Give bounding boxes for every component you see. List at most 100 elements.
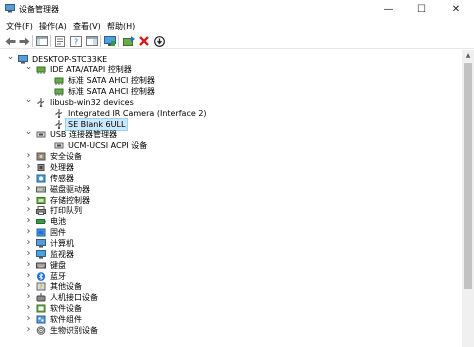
tree-row[interactable]: ⌄ USB 连接器管理器 [0, 128, 462, 140]
tree-row[interactable]: › 软件设备 [0, 303, 462, 314]
properties-icon[interactable] [53, 34, 67, 48]
tree-item-label[interactable]: 安全设备 [48, 151, 84, 162]
tree-row[interactable]: SE Blank 6ULL [0, 117, 462, 131]
usb-connector-icon [54, 141, 64, 150]
tree-item-label[interactable]: 计算机 [48, 238, 76, 249]
tree-item-label[interactable]: 处理器 [48, 162, 76, 173]
tree-item-label[interactable]: 打印队列 [48, 205, 84, 216]
tree-item-label[interactable]: 其他设备 [48, 281, 84, 292]
computer-scan-icon[interactable] [103, 34, 117, 48]
back-arrow-icon[interactable] [3, 34, 17, 48]
tree-row[interactable]: › 人机接口设备 [0, 292, 462, 303]
tree-row[interactable]: 标准 SATA AHCI 控制器 [0, 86, 462, 97]
keyboard-icon [36, 261, 46, 270]
tree-item-label[interactable]: 标准 SATA AHCI 控制器 [66, 75, 157, 86]
tree-item-label[interactable]: 监视器 [48, 249, 76, 260]
help-icon[interactable]: ? [69, 34, 83, 48]
menu-view[interactable]: 查看(V) [73, 21, 101, 32]
usb-device-icon [36, 97, 46, 108]
tree-item-label[interactable]: 传感器 [48, 173, 76, 184]
tree-row[interactable]: › 键盘 [0, 259, 462, 271]
forward-arrow-icon[interactable] [17, 34, 31, 48]
tree-item-label[interactable]: 电池 [48, 216, 68, 227]
toolbar-separator [118, 35, 119, 47]
scroll-up-arrow-icon[interactable]: ▲ [462, 50, 474, 62]
update-driver-icon[interactable] [122, 34, 136, 48]
tree-item-label[interactable]: IDE ATA/ATAPI 控制器 [48, 64, 134, 75]
tree-row[interactable]: › 软件组件 [0, 313, 462, 325]
uninstall-x-icon[interactable] [137, 34, 151, 48]
tree-row[interactable]: › 存储控制器 [0, 194, 462, 206]
menu-file[interactable]: 文件(F) [6, 21, 33, 32]
tree-item-label[interactable]: 生物识别设备 [48, 325, 100, 336]
sensor-icon [36, 174, 46, 183]
tree-item-label[interactable]: 软件设备 [48, 303, 84, 314]
software-device-icon [36, 304, 46, 313]
collapse-chevron-icon[interactable]: ⌄ [24, 63, 33, 75]
svg-text:?: ? [39, 284, 42, 291]
toolbar-separator [50, 35, 51, 47]
tree-row[interactable]: Integrated IR Camera (Interface 2) [0, 108, 462, 119]
tree-row[interactable]: › 蓝牙 [0, 270, 462, 282]
tree-row[interactable]: › 磁盘驱动器 [0, 183, 462, 195]
tree-item-label[interactable]: 标准 SATA AHCI 控制器 [66, 86, 157, 97]
storage-controller-icon [36, 196, 46, 205]
tree-row[interactable]: › 打印队列 [0, 205, 462, 216]
tree-row[interactable]: › 处理器 [0, 162, 462, 173]
toolbar-separator [100, 35, 101, 47]
collapse-chevron-icon[interactable]: ⌄ [24, 128, 33, 140]
tree-item-label[interactable]: 人机接口设备 [48, 292, 100, 303]
tree-item-label[interactable]: Integrated IR Camera (Interface 2) [66, 108, 209, 119]
menu-bar: 文件(F) 操作(A) 查看(V) 帮助(H) [0, 18, 474, 33]
tree-row[interactable]: › 传感器 [0, 172, 462, 184]
usb-device-icon [54, 119, 64, 129]
scrollbar-thumb[interactable] [464, 63, 472, 289]
tree-row[interactable]: ⌄ libusb-win32 devices [0, 95, 462, 108]
security-device-icon [36, 152, 46, 161]
usb-connector-icon [36, 130, 46, 139]
window-title: 设备管理器 [19, 5, 59, 14]
vertical-scrollbar[interactable]: ▲ [462, 50, 474, 347]
tree-row[interactable]: › 固件 [0, 227, 462, 238]
tree-item-label[interactable]: USB 连接器管理器 [48, 129, 119, 140]
tree-row[interactable]: ⌄ DESKTOP-STC33KE [0, 52, 462, 65]
tree-item-label[interactable]: 键盘 [48, 260, 68, 271]
biometric-icon [36, 325, 46, 335]
tree-row[interactable]: › 电池 [0, 216, 462, 227]
tree-row[interactable]: › 生物识别设备 [0, 324, 462, 336]
tree-row[interactable]: › 监视器 [0, 248, 462, 260]
bluetooth-icon [36, 271, 46, 281]
expand-chevron-icon[interactable]: › [24, 324, 33, 336]
download-driver-icon[interactable] [152, 34, 166, 48]
expand-chevron-icon[interactable]: › [24, 259, 33, 271]
collapse-chevron-icon[interactable]: ⌄ [6, 52, 15, 65]
tree-row[interactable]: ›? 其他设备 [0, 281, 462, 292]
tree-item-label[interactable]: UCM-UCSI ACPI 设备 [66, 140, 149, 151]
tree-item-label-selected[interactable]: SE Blank 6ULL [64, 117, 129, 131]
disk-drive-icon [36, 185, 46, 194]
tree-item-label[interactable]: 固件 [48, 227, 68, 238]
tree-row[interactable]: UCM-UCSI ACPI 设备 [0, 140, 462, 151]
maximize-button[interactable]: ☐ [405, 0, 438, 18]
tree-item-label[interactable]: 存储控制器 [48, 195, 92, 206]
action-pane-icon[interactable] [85, 34, 99, 48]
tree-item-label[interactable]: 磁盘驱动器 [48, 184, 92, 195]
tree-row[interactable]: › 安全设备 [0, 151, 462, 162]
tree-row[interactable]: 标准 SATA AHCI 控制器 [0, 75, 462, 86]
other-device-icon: ? [36, 282, 46, 291]
minimize-button[interactable]: — [372, 0, 405, 18]
close-button[interactable]: ✕ [438, 0, 474, 18]
tree-row[interactable]: › 计算机 [0, 237, 462, 249]
menu-action[interactable]: 操作(A) [39, 21, 67, 32]
tree-item-label[interactable]: 蓝牙 [48, 271, 68, 282]
collapse-chevron-icon[interactable]: ⌄ [24, 95, 33, 108]
tree-item-label[interactable]: 软件组件 [48, 314, 84, 325]
title-bar: 设备管理器 — ☐ ✕ [0, 0, 474, 18]
tree-row[interactable]: ⌄ IDE ATA/ATAPI 控制器 [0, 63, 462, 75]
ide-controller-icon [54, 87, 64, 97]
show-hide-tree-icon[interactable] [35, 34, 49, 48]
tree-item-label[interactable]: DESKTOP-STC33KE [30, 54, 109, 65]
menu-help[interactable]: 帮助(H) [107, 21, 135, 32]
software-component-icon [36, 315, 46, 324]
tree-item-label[interactable]: libusb-win32 devices [48, 97, 136, 108]
